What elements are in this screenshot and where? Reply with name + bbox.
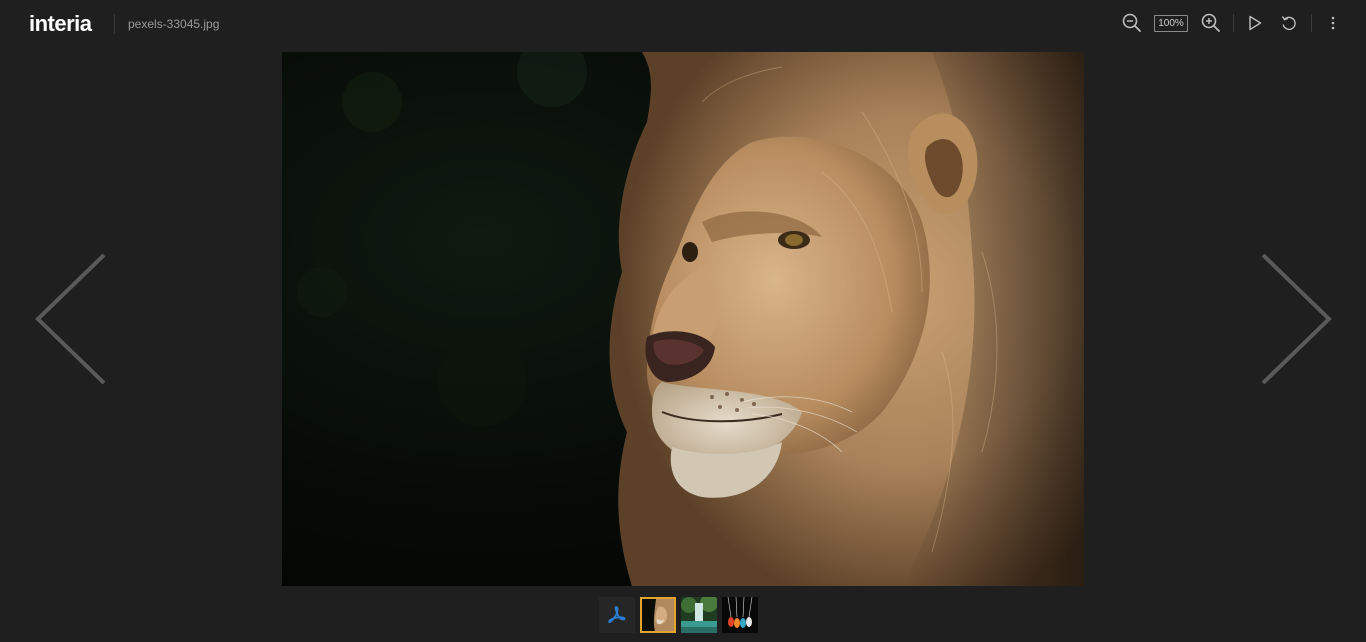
chevron-left-icon — [35, 253, 106, 385]
rotate-button[interactable] — [1277, 11, 1301, 35]
interia-logo[interactable]: interia — [29, 12, 92, 36]
chevron-right-icon — [1261, 253, 1332, 385]
zoom-in-button[interactable] — [1199, 11, 1223, 35]
waterfall-thumbnail-image — [681, 597, 717, 633]
thumbnail-pdf[interactable] — [599, 597, 635, 633]
more-options-button[interactable] — [1321, 11, 1345, 35]
zoom-out-button[interactable] — [1120, 11, 1144, 35]
divider — [1233, 14, 1234, 32]
zoom-out-icon — [1122, 13, 1141, 32]
thumbnail-feathers[interactable] — [722, 597, 758, 633]
top-bar: interia pexels-33045.jpg 100% — [0, 0, 1366, 48]
thumbnail-strip — [599, 597, 758, 633]
file-name: pexels-33045.jpg — [128, 17, 220, 31]
divider — [1311, 14, 1312, 32]
image-viewer: interia pexels-33045.jpg 100% — [0, 0, 1366, 642]
rotate-icon — [1281, 16, 1296, 31]
divider — [114, 14, 115, 34]
zoom-in-icon — [1201, 13, 1220, 32]
thumbnail-lion[interactable] — [640, 597, 676, 633]
pdf-icon — [608, 606, 626, 623]
lion-image — [282, 52, 1084, 586]
play-icon — [1249, 15, 1262, 31]
more-vertical-icon — [1331, 16, 1335, 30]
next-button[interactable] — [1255, 252, 1335, 386]
slideshow-button[interactable] — [1243, 11, 1267, 35]
thumbnail-waterfall[interactable] — [681, 597, 717, 633]
feathers-thumbnail-image — [722, 597, 758, 633]
zoom-level-indicator[interactable]: 100% — [1154, 15, 1188, 32]
main-image — [282, 52, 1084, 586]
previous-button[interactable] — [32, 252, 112, 386]
lion-thumbnail-image — [642, 599, 674, 631]
